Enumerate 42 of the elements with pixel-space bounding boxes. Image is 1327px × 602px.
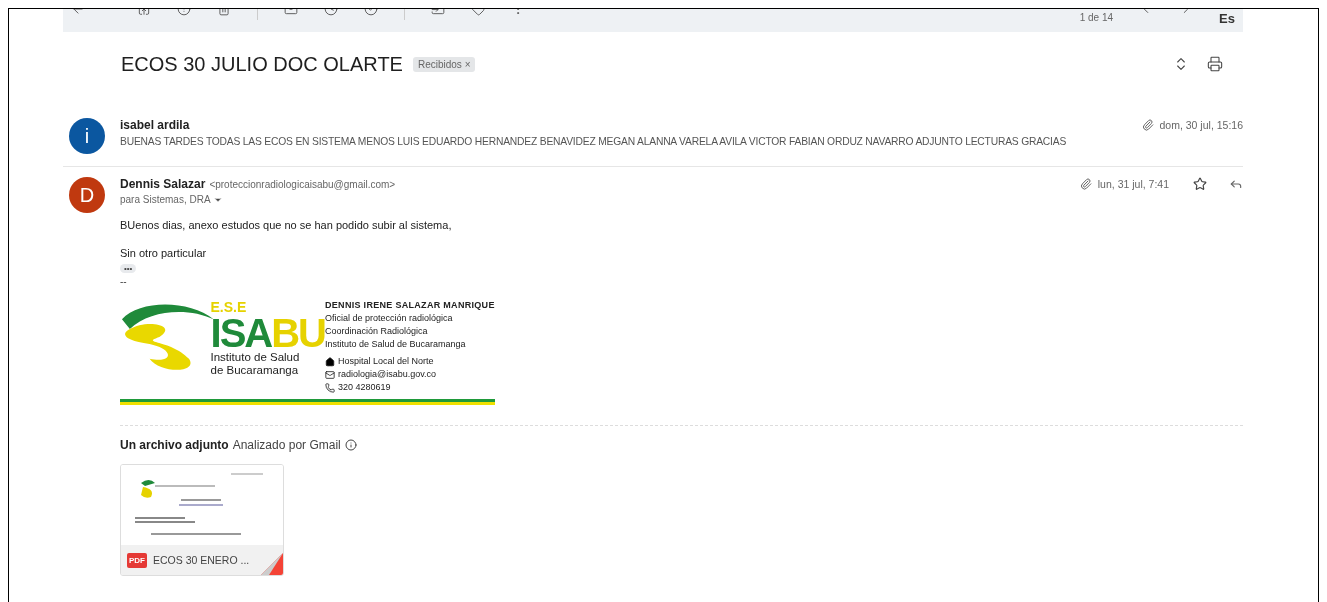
scan-note: Analizado por Gmail [232, 438, 341, 452]
logo-subtitle: de Bucaramanga [210, 364, 299, 377]
pager-text: 1 de 14 [1079, 12, 1114, 23]
signature-separator: -- [120, 276, 127, 287]
show-trimmed-button[interactable]: ••• [120, 264, 137, 273]
signature-line: Instituto de Salud de Bucaramanga [325, 339, 466, 351]
phone-icon [325, 382, 335, 393]
logo-wordmark: ISABU [210, 315, 325, 351]
logo-subtitle: Instituto de Salud [210, 351, 300, 364]
print-icon[interactable] [1207, 56, 1223, 72]
pdf-icon: PDF [127, 552, 147, 568]
input-tools-button[interactable]: Es [1219, 11, 1235, 26]
sender-email: <proteccionradiologicaisabu@gmail.com> [209, 178, 396, 190]
page-corner-icon [261, 553, 283, 575]
signature-name: DENNIS IRENE SALAZAR MANRIQUE [325, 299, 495, 312]
sender-name: Dennis Salazar [120, 177, 206, 191]
logo-caption: E.S.E [210, 299, 247, 315]
reply-icon[interactable] [1229, 177, 1243, 191]
paperclip-icon [1079, 178, 1092, 190]
sender-name: isabel ardila [120, 118, 190, 132]
paperclip-icon [1141, 119, 1154, 131]
message-text: BUenos dias, anexo estudos que no se han podido subir al sistema, [120, 219, 453, 231]
signature-line: Oficial de protección radiológica [325, 312, 453, 323]
home-icon [325, 356, 335, 367]
signature-contact: 320 4280619 [338, 381, 391, 394]
label-chip[interactable]: Recibidos × [412, 56, 476, 72]
avatar: D [69, 177, 105, 213]
signature-contact: radiologia@isabu.gov.co [338, 368, 437, 381]
star-icon[interactable] [1193, 177, 1207, 191]
attachment-name: ECOS 30 ENERO ... [153, 554, 250, 566]
message-text: Sin otro particular [120, 247, 208, 259]
recipients: para Sistemas, DRA [120, 194, 211, 205]
attachment-count: Un archivo adjunto [120, 438, 229, 452]
message-date: lun, 31 jul, 7:41 [1097, 178, 1169, 190]
attachment-card[interactable]: PDF ECOS 30 ENERO ... [120, 464, 284, 576]
email-subject: ECOS 30 JULIO DOC OLARTE [121, 52, 403, 76]
message-date: dom, 30 jul, 15:16 [1159, 119, 1243, 131]
avatar: i [69, 118, 105, 154]
message-snippet: BUENAS TARDES TODAS LAS ECOS EN SISTEMA MENOS LUIS EDUARDO HERNANDEZ BENAVIDEZ MEGAN ALANNA VARELA AVILA VICTOR FABIAN ORDUZ NAVARRO ADJUNTO LECTURAS GRACIAS [120, 136, 1068, 147]
signature-contact: Hospital Local del Norte [338, 355, 434, 368]
signature-line: Coordinación Radiológica [325, 326, 428, 336]
info-icon[interactable] [344, 439, 357, 451]
